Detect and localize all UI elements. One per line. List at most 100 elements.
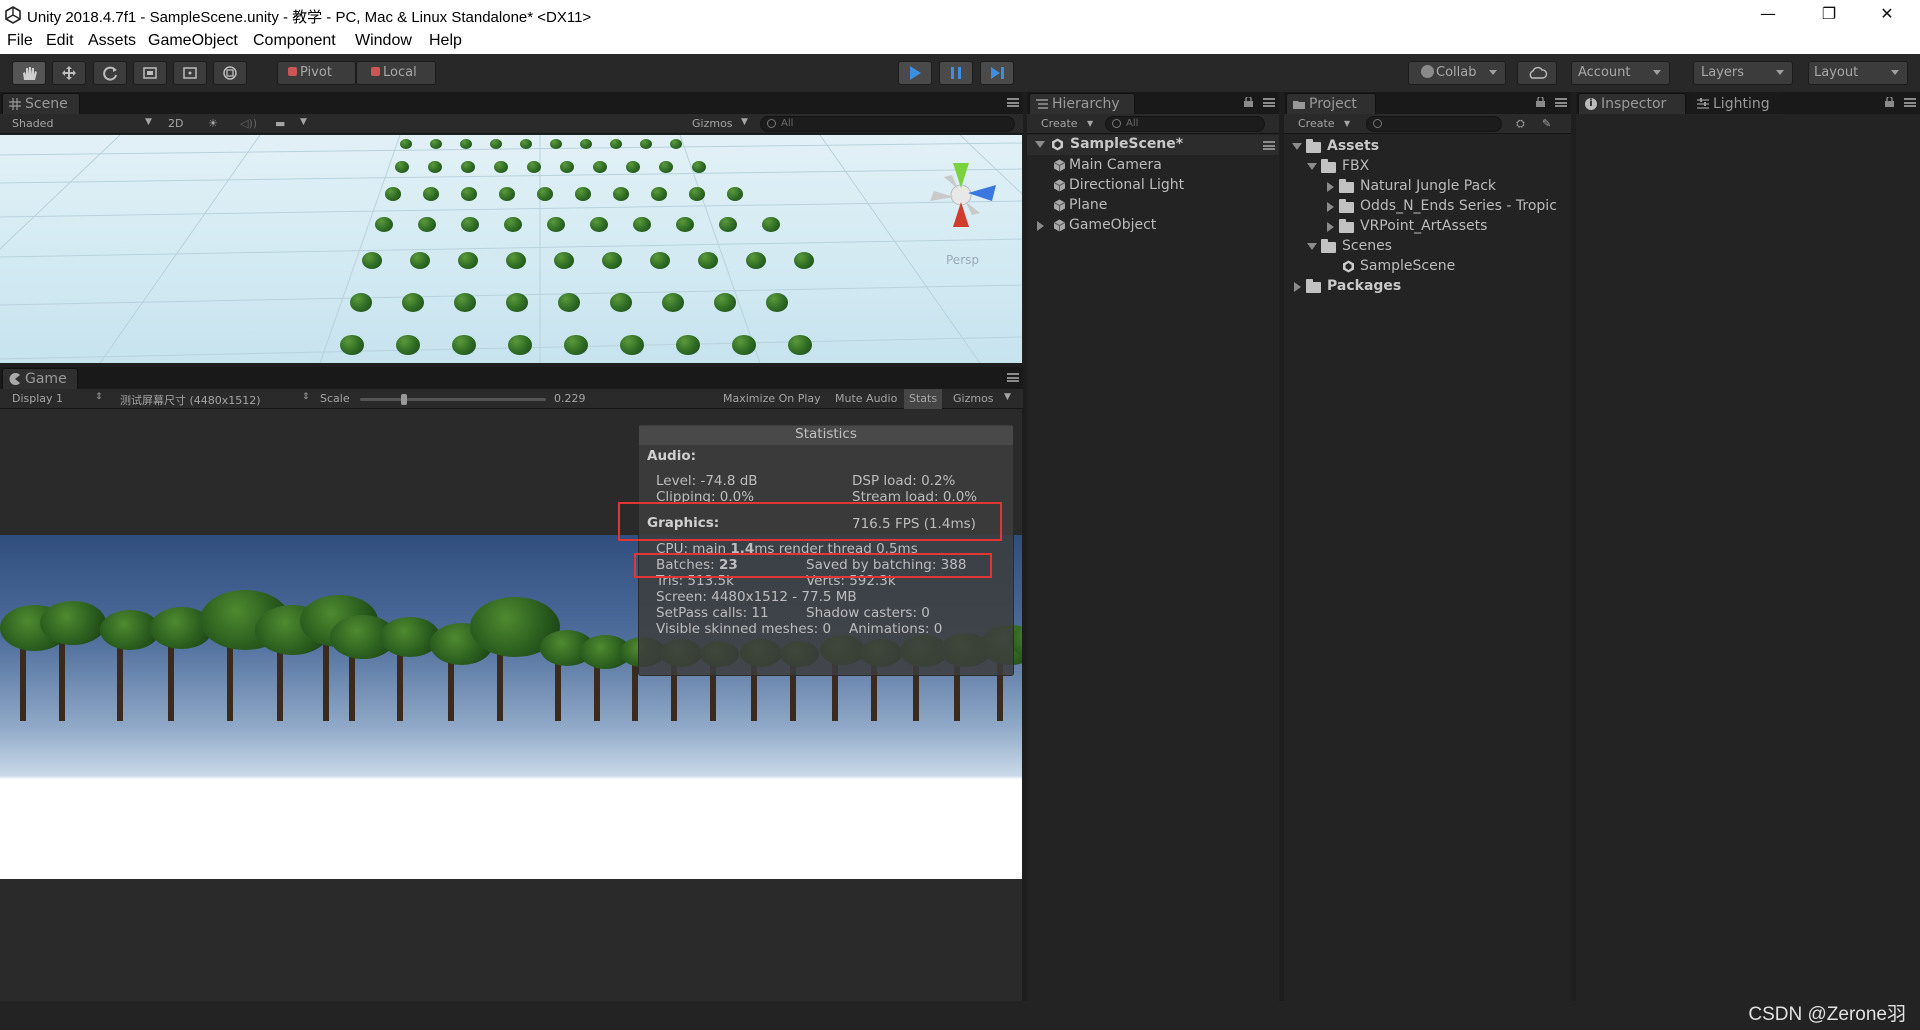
- local-toggle-button[interactable]: Local: [356, 61, 436, 85]
- scale-slider[interactable]: [360, 394, 546, 405]
- account-dropdown[interactable]: Account: [1571, 61, 1670, 85]
- play-button[interactable]: [898, 61, 932, 85]
- project-tab-row: Project: [1284, 92, 1571, 114]
- layers-dropdown[interactable]: Layers: [1693, 61, 1793, 85]
- chevron-down-icon: [1489, 70, 1497, 75]
- tab-lighting[interactable]: Lighting: [1690, 93, 1782, 114]
- project-folder-scenes[interactable]: Scenes: [1307, 238, 1392, 254]
- scene-orientation-gizmo[interactable]: [918, 155, 1004, 235]
- menu-component[interactable]: Component: [253, 32, 336, 50]
- scene-search-input[interactable]: All: [760, 116, 1015, 132]
- title-bar: Unity 2018.4.7f1 - SampleScene.unity - 教…: [0, 0, 1920, 30]
- scale-tool-button[interactable]: [133, 61, 167, 85]
- hierarchy-item[interactable]: GameObject: [1037, 217, 1156, 233]
- pause-button[interactable]: [939, 61, 973, 85]
- project-toolbar: Create ▼ ⛭ ✎: [1284, 114, 1571, 134]
- cloud-button[interactable]: [1517, 61, 1557, 85]
- dropdown-arrow-icon: ▼: [741, 117, 748, 127]
- move-tool-button[interactable]: [52, 61, 86, 85]
- rect-tool-button[interactable]: [173, 61, 207, 85]
- tab-hierarchy[interactable]: Hierarchy: [1029, 93, 1135, 114]
- gameobject-cube-icon: [1053, 179, 1066, 192]
- project-folder[interactable]: Natural Jungle Pack: [1327, 178, 1496, 194]
- scene-tree: [461, 187, 477, 201]
- hierarchy-item[interactable]: Plane: [1053, 197, 1108, 213]
- persp-label[interactable]: Persp: [946, 253, 979, 267]
- panel-menu-icon[interactable]: [1007, 98, 1019, 107]
- hierarchy-item[interactable]: Directional Light: [1053, 177, 1184, 193]
- dropdown-arrow-icon: ▼: [1004, 392, 1011, 402]
- filter-by-type-icon[interactable]: ⛭: [1516, 117, 1525, 131]
- project-folder[interactable]: Odds_N_Ends Series - Tropic: [1327, 198, 1557, 214]
- hierarchy-search-input[interactable]: All: [1105, 116, 1265, 132]
- project-scene-asset[interactable]: SampleScene: [1343, 258, 1455, 274]
- search-icon: [1112, 119, 1121, 128]
- chevron-right-icon[interactable]: [1327, 202, 1334, 212]
- stats-toggle[interactable]: Stats: [904, 389, 943, 409]
- panel-menu-icon[interactable]: [1007, 373, 1019, 382]
- lock-icon[interactable]: [1885, 97, 1894, 107]
- panel-menu-icon[interactable]: [1555, 98, 1567, 107]
- hierarchy-item-label: Plane: [1069, 197, 1108, 213]
- menu-gameobject[interactable]: GameObject: [148, 32, 238, 50]
- hierarchy-item[interactable]: Main Camera: [1053, 157, 1162, 173]
- restore-button[interactable]: ❐: [1806, 0, 1852, 30]
- hand-tool-button[interactable]: [12, 61, 46, 85]
- audio-toggle-icon[interactable]: ◁)): [240, 117, 257, 130]
- resolution-dropdown[interactable]: 测试屏幕尺寸 (4480x1512): [120, 392, 261, 408]
- game-gizmos-dropdown[interactable]: Gizmos: [953, 392, 994, 405]
- rotate-tool-button[interactable]: [93, 61, 127, 85]
- chevron-right-icon[interactable]: [1294, 282, 1301, 292]
- chevron-right-icon[interactable]: [1327, 182, 1334, 192]
- project-folder[interactable]: VRPoint_ArtAssets: [1327, 218, 1487, 234]
- hierarchy-panel: Hierarchy Create ▼ All SampleScene* Main…: [1027, 92, 1279, 1001]
- mute-audio-toggle[interactable]: Mute Audio: [835, 392, 897, 405]
- tab-project[interactable]: Project: [1286, 93, 1376, 114]
- lock-icon[interactable]: [1536, 97, 1545, 107]
- scene-tree: [458, 252, 478, 269]
- game-tree-crown: [40, 601, 106, 645]
- shading-mode-dropdown[interactable]: Shaded: [12, 117, 53, 130]
- scene-viewport[interactable]: Persp: [0, 135, 1022, 363]
- chevron-right-icon[interactable]: [1037, 221, 1044, 231]
- chevron-right-icon[interactable]: [1327, 222, 1334, 232]
- project-create-dropdown[interactable]: Create: [1298, 117, 1335, 130]
- minimize-button[interactable]: —: [1745, 0, 1791, 30]
- effects-dropdown-icon[interactable]: ▬: [275, 117, 285, 130]
- menu-assets[interactable]: Assets: [88, 32, 136, 50]
- chevron-down-icon[interactable]: [1307, 243, 1317, 250]
- menu-file[interactable]: File: [7, 32, 33, 50]
- tab-scene[interactable]: Scene: [2, 93, 80, 114]
- project-search-input[interactable]: [1366, 116, 1502, 132]
- lighting-toggle-icon[interactable]: ☀: [208, 117, 218, 130]
- panel-menu-icon[interactable]: [1263, 98, 1275, 107]
- tab-inspector[interactable]: i Inspector: [1578, 93, 1686, 114]
- tab-game[interactable]: Game: [2, 368, 78, 389]
- pivot-toggle-button[interactable]: Pivot: [277, 61, 356, 85]
- mode-2d-toggle[interactable]: 2D: [168, 117, 183, 130]
- menu-help[interactable]: Help: [429, 32, 462, 50]
- scene-gizmos-dropdown[interactable]: Gizmos: [692, 117, 733, 130]
- step-button[interactable]: [980, 61, 1014, 85]
- transform-tool-button[interactable]: [213, 61, 247, 85]
- collab-button[interactable]: Collab: [1408, 61, 1506, 85]
- menu-window[interactable]: Window: [355, 32, 412, 50]
- filter-by-label-icon[interactable]: ✎: [1542, 117, 1551, 130]
- hierarchy-create-dropdown[interactable]: Create: [1041, 117, 1078, 130]
- chevron-down-icon[interactable]: [1307, 163, 1317, 170]
- scene-menu-icon[interactable]: [1263, 141, 1275, 150]
- maximize-on-play-toggle[interactable]: Maximize On Play: [723, 392, 821, 405]
- menu-edit[interactable]: Edit: [46, 32, 74, 50]
- project-folder-packages[interactable]: Packages: [1294, 278, 1401, 294]
- project-folder-assets[interactable]: Assets: [1292, 138, 1379, 154]
- project-folder-fbx[interactable]: FBX: [1307, 158, 1369, 174]
- chevron-down-icon[interactable]: [1292, 143, 1302, 150]
- layout-dropdown[interactable]: Layout: [1808, 61, 1908, 85]
- scale-slider-thumb[interactable]: [401, 394, 408, 405]
- scene-header-row[interactable]: SampleScene*: [1027, 135, 1279, 155]
- chevron-down-icon[interactable]: [1035, 141, 1045, 148]
- display-dropdown[interactable]: Display 1: [12, 392, 63, 405]
- panel-menu-icon[interactable]: [1904, 98, 1916, 107]
- lock-icon[interactable]: [1244, 97, 1253, 107]
- close-button[interactable]: ✕: [1864, 0, 1910, 30]
